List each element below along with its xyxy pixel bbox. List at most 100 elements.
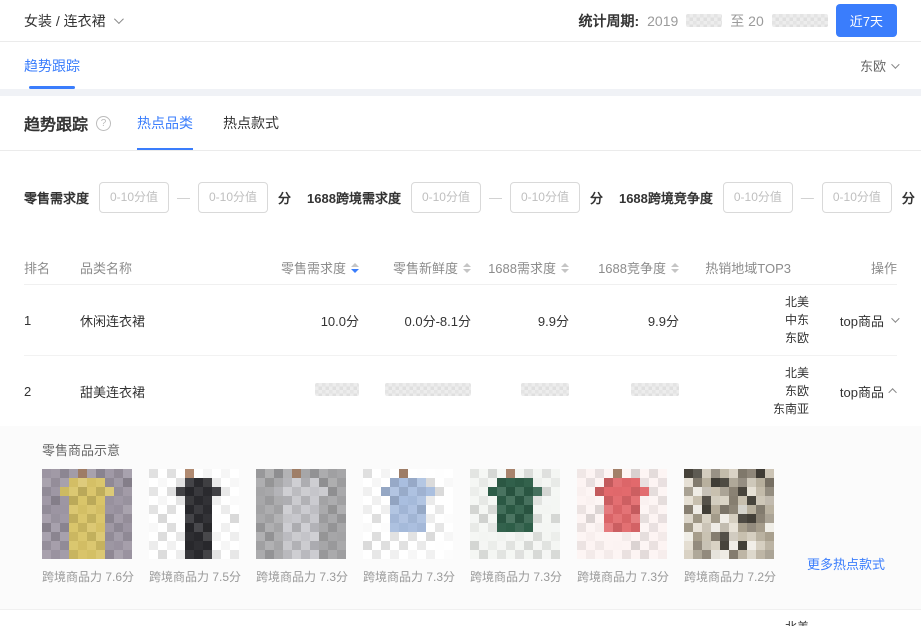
- chevron-down-icon: [891, 60, 899, 68]
- filter-bar: 零售需求度 — 分 1688跨境需求度 — 分 1688跨境竞争度 — 分 筛选: [0, 151, 921, 245]
- demand-1688-cell: 9.9分: [471, 311, 569, 330]
- retail-demand-max-input[interactable]: [198, 182, 268, 213]
- filter-label: 1688跨境需求度: [307, 188, 401, 207]
- tab-hot-categories[interactable]: 热点品类: [137, 96, 193, 150]
- help-icon[interactable]: ?: [96, 116, 111, 131]
- top-products-toggle[interactable]: top商品: [840, 311, 897, 330]
- product-image[interactable]: [684, 469, 774, 559]
- col-1688-compete[interactable]: 1688竞争度: [569, 258, 679, 277]
- range-dash: —: [801, 190, 814, 205]
- product-card: 跨境商品力 7.2分: [684, 469, 774, 585]
- action-cell: top商品: [809, 382, 897, 401]
- top-bar: 女装 / 连衣裙 统计周期: 2019 至 20 近7天: [0, 0, 921, 42]
- sort-asc-icon[interactable]: [671, 263, 679, 267]
- sort-asc-icon[interactable]: [561, 263, 569, 267]
- col-actions: 操作: [809, 258, 897, 277]
- stat-period: 统计周期: 2019 至 20 近7天: [578, 4, 897, 37]
- region-selector[interactable]: 东欧: [860, 56, 897, 75]
- table-header-row: 排名 品类名称 零售需求度 零售新鲜度 1688需求度 1688竞争度 热销地域…: [24, 251, 897, 285]
- retail-freshness-cell: 0.0分-8.1分: [359, 311, 471, 330]
- region-label: 东欧: [860, 56, 886, 75]
- product-image[interactable]: [256, 469, 346, 559]
- retail-freshness-cell: [359, 383, 471, 399]
- product-score: 跨境商品力 7.6分: [42, 568, 132, 585]
- chevron-up-icon: [888, 388, 896, 396]
- period-to: 至 20: [730, 11, 763, 31]
- cross-border-compete-max-input[interactable]: [822, 182, 892, 213]
- cross-border-compete-min-input[interactable]: [723, 182, 793, 213]
- last-7-days-button[interactable]: 近7天: [836, 4, 897, 37]
- category-breadcrumb[interactable]: 女装 / 连衣裙: [24, 11, 121, 31]
- nav-tab-label: 趋势跟踪: [24, 56, 80, 76]
- cross-border-demand-max-input[interactable]: [510, 182, 580, 213]
- retail-products-panel: 零售商品示意 跨境商品力 7.6分 跨境商品力 7.5分 跨境商品力 7.3分 …: [0, 426, 921, 610]
- product-image[interactable]: [363, 469, 453, 559]
- unit-label: 分: [902, 188, 915, 207]
- col-category-name: 品类名称: [80, 258, 271, 277]
- retail-demand-min-input[interactable]: [99, 182, 169, 213]
- rank-cell: 2: [24, 384, 80, 399]
- table-row: 2 甜美连衣裙 北美 东欧 东南亚 top商品: [24, 356, 897, 426]
- product-score: 跨境商品力 7.5分: [149, 568, 239, 585]
- filter-label: 1688跨境竞争度: [619, 188, 713, 207]
- redacted-value: [631, 383, 679, 396]
- redacted-value: [315, 383, 359, 396]
- sort-desc-icon[interactable]: [463, 269, 471, 273]
- product-score: 跨境商品力 7.2分: [684, 568, 774, 585]
- top-regions-cell: 北美 东欧 东南亚: [679, 356, 809, 426]
- chevron-down-icon: [114, 14, 124, 24]
- action-cell: top商品: [809, 311, 897, 330]
- retail-demand-cell: [271, 383, 359, 399]
- sort-icons[interactable]: [351, 263, 359, 273]
- product-image[interactable]: [42, 469, 132, 559]
- product-row: 跨境商品力 7.6分 跨境商品力 7.5分 跨境商品力 7.3分 跨境商品力 7…: [42, 469, 897, 585]
- sort-desc-icon[interactable]: [671, 269, 679, 273]
- period-label: 统计周期:: [578, 11, 639, 31]
- product-score: 跨境商品力 7.3分: [363, 568, 453, 585]
- range-dash: —: [489, 190, 502, 205]
- top-products-toggle[interactable]: top商品: [840, 382, 897, 401]
- col-retail-demand[interactable]: 零售需求度: [271, 258, 359, 277]
- unit-label: 分: [590, 188, 603, 207]
- product-card: 跨境商品力 7.5分: [149, 469, 239, 585]
- tab-label: 热点款式: [223, 113, 279, 133]
- col-top-regions: 热销地域TOP3: [679, 258, 809, 277]
- divider-band: [0, 89, 921, 96]
- tab-hot-styles[interactable]: 热点款式: [223, 96, 279, 150]
- redacted-date: [772, 14, 828, 27]
- sort-desc-icon[interactable]: [561, 269, 569, 273]
- unit-label: 分: [278, 188, 291, 207]
- col-1688-demand[interactable]: 1688需求度: [471, 258, 569, 277]
- sort-desc-icon[interactable]: [351, 269, 359, 273]
- cross-border-demand-min-input[interactable]: [411, 182, 481, 213]
- section-header: 趋势跟踪 ? 热点品类 热点款式: [0, 96, 921, 151]
- sort-asc-icon[interactable]: [351, 263, 359, 267]
- product-card: 跨境商品力 7.3分: [363, 469, 453, 585]
- sort-icons[interactable]: [463, 263, 471, 273]
- period-start-year: 2019: [647, 13, 678, 29]
- filter-label: 零售需求度: [24, 188, 89, 207]
- more-hot-styles-link[interactable]: 更多热点款式: [807, 554, 885, 573]
- panel-title: 零售商品示意: [42, 440, 897, 459]
- tab-label: 热点品类: [137, 113, 193, 133]
- category-table: 排名 品类名称 零售需求度 零售新鲜度 1688需求度 1688竞争度 热销地域…: [0, 251, 921, 626]
- table-row: 3 花卉沙滩裙 北美 东欧 东南亚 top商品: [24, 610, 897, 626]
- sort-asc-icon[interactable]: [463, 263, 471, 267]
- breadcrumb-label: 女装 / 连衣裙: [24, 11, 106, 31]
- product-image[interactable]: [470, 469, 560, 559]
- product-card: 跨境商品力 7.3分: [577, 469, 667, 585]
- product-score: 跨境商品力 7.3分: [577, 568, 667, 585]
- sort-icons[interactable]: [561, 263, 569, 273]
- active-tab-underline: [137, 148, 193, 150]
- sort-icons[interactable]: [671, 263, 679, 273]
- nav-bar: 趋势跟踪 东欧: [0, 42, 921, 89]
- retail-demand-cell: 10.0分: [271, 311, 359, 330]
- col-retail-freshness[interactable]: 零售新鲜度: [359, 258, 471, 277]
- product-score: 跨境商品力 7.3分: [470, 568, 560, 585]
- product-score: 跨境商品力 7.3分: [256, 568, 346, 585]
- redacted-value: [521, 383, 569, 396]
- product-image[interactable]: [577, 469, 667, 559]
- product-image[interactable]: [149, 469, 239, 559]
- table-row: 1 休闲连衣裙 10.0分 0.0分-8.1分 9.9分 9.9分 北美 中东 …: [24, 285, 897, 356]
- nav-tab-trend-tracking[interactable]: 趋势跟踪: [24, 42, 80, 89]
